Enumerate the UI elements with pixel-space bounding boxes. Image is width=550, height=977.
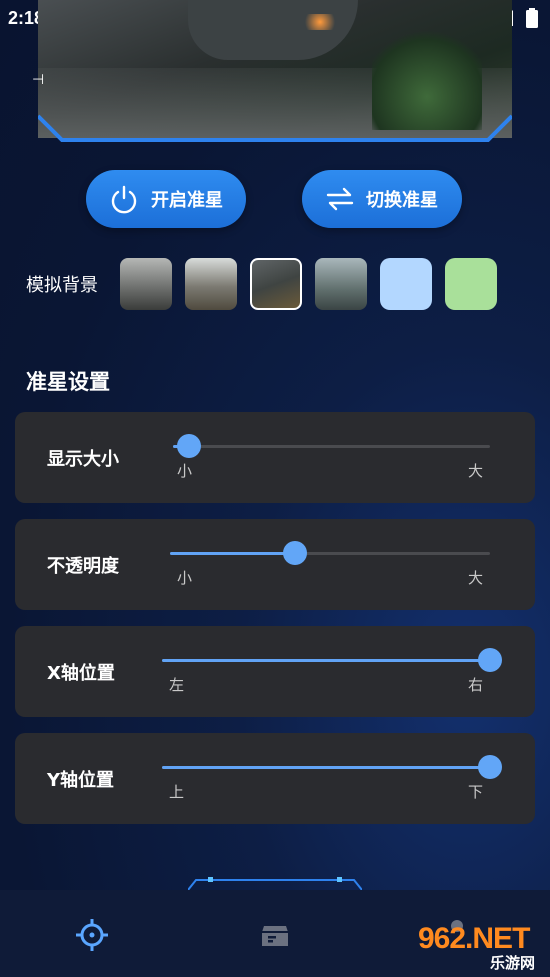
size-slider-thumb[interactable] (176, 434, 201, 458)
preview-soldier (188, 0, 358, 60)
nav-toolbox-tab[interactable] (258, 918, 292, 952)
opacity-slider-card: 不透明度 小 大 (15, 519, 535, 610)
watermark-site: 乐游网 (490, 955, 536, 972)
background-thumb-city-ruins[interactable] (120, 258, 172, 310)
size-max-label: 大 (468, 462, 484, 480)
switch-crosshair-label: 切换准星 (366, 190, 438, 211)
preview-frame (38, 114, 512, 142)
crosshair-settings-title: 准星设置 (26, 370, 110, 394)
power-icon (111, 185, 137, 214)
background-color-green[interactable] (445, 258, 497, 310)
start-crosshair-label: 开启准星 (151, 190, 223, 211)
battery-icon (526, 8, 538, 28)
x-position-slider-card: X轴位置 左 右 (15, 626, 535, 717)
background-color-blue[interactable] (380, 258, 432, 310)
opacity-max-label: 大 (468, 569, 484, 587)
background-thumb-watchtower[interactable] (185, 258, 237, 310)
start-crosshair-button[interactable]: 开启准星 (86, 170, 246, 228)
background-selector: 模拟背景 (26, 258, 497, 310)
y-position-max-label: 下 (468, 783, 484, 801)
size-slider-track[interactable] (173, 434, 490, 458)
edge-marker-icon: ⊣ (32, 72, 45, 88)
x-position-min-label: 左 (169, 676, 185, 694)
size-slider-card: 显示大小 小 大 (15, 412, 535, 503)
toolbox-icon (262, 926, 288, 946)
crosshair-icon (76, 919, 108, 951)
background-thumb-battlefield[interactable] (315, 258, 367, 310)
y-position-slider-fill (162, 766, 490, 769)
opacity-slider-thumb[interactable] (282, 541, 307, 565)
size-slider-label: 显示大小 (47, 449, 119, 470)
size-min-label: 小 (177, 462, 193, 480)
opacity-min-label: 小 (177, 569, 193, 587)
y-position-slider-thumb[interactable] (478, 755, 502, 779)
swap-arrows-icon (326, 187, 354, 211)
opacity-slider-label: 不透明度 (47, 556, 119, 577)
watermark-brand: 962.NET (418, 922, 530, 955)
y-position-slider-card: Y轴位置 上 下 (15, 733, 535, 824)
switch-crosshair-button[interactable]: 切换准星 (302, 170, 462, 228)
background-thumbnails (120, 258, 497, 310)
x-position-slider-track[interactable] (162, 648, 502, 672)
x-position-slider-fill (162, 659, 490, 662)
background-label: 模拟背景 (26, 275, 98, 296)
opacity-slider-fill (170, 552, 295, 555)
x-position-slider-thumb[interactable] (478, 648, 502, 672)
preview-fire (300, 14, 340, 30)
y-position-slider-track[interactable] (162, 755, 502, 779)
x-position-max-label: 右 (468, 676, 484, 694)
nav-crosshair-tab[interactable] (75, 918, 109, 952)
y-position-min-label: 上 (169, 783, 185, 801)
site-watermark: 962.NET 乐游网 (404, 922, 550, 977)
x-position-slider-label: X轴位置 (47, 663, 115, 684)
background-thumb-soldier-selected[interactable] (250, 258, 302, 310)
y-position-slider-label: Y轴位置 (47, 770, 115, 791)
opacity-slider-track[interactable] (170, 541, 490, 565)
